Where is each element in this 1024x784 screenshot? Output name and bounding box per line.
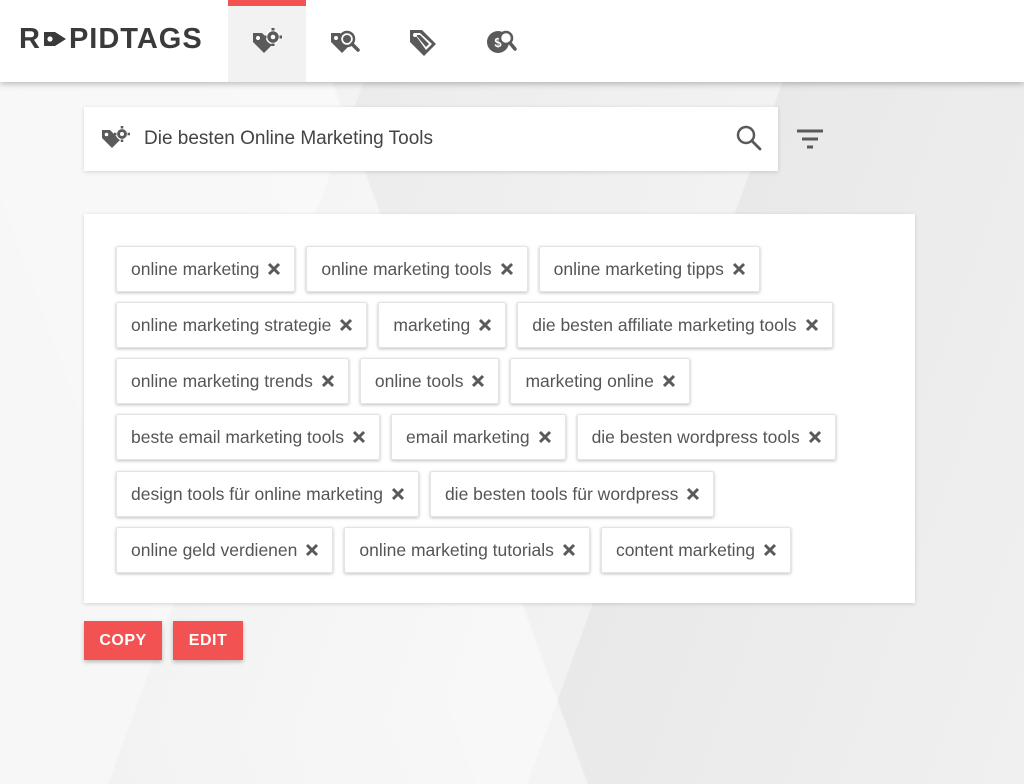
tag-label: die besten affiliate marketing tools (532, 314, 797, 335)
tag-label: die besten tools für wordpress (444, 483, 679, 504)
logo-tag-icon (43, 32, 66, 46)
close-icon[interactable] (471, 374, 485, 388)
tag-chip[interactable]: online marketing tutorials (344, 527, 590, 573)
coin-search-icon: $ (487, 30, 517, 53)
tag-row: design tools für online marketing die be… (116, 471, 725, 517)
tag-chip[interactable]: beste email marketing tools (116, 414, 381, 460)
tag-row: beste email marketing tools email market… (116, 414, 847, 460)
tag-label: online marketing (131, 258, 260, 279)
close-icon[interactable] (562, 543, 576, 557)
filter-icon[interactable] (795, 127, 825, 153)
close-icon[interactable] (763, 543, 777, 557)
tag-label: die besten wordpress tools (591, 426, 800, 447)
close-icon[interactable] (352, 430, 366, 444)
search-input[interactable] (144, 125, 724, 153)
tab-tag-generator[interactable] (228, 0, 306, 82)
search-icon[interactable] (735, 124, 763, 152)
tag-label: content marketing (615, 539, 756, 560)
copy-button[interactable]: COPY (84, 621, 162, 660)
tab-tag-money[interactable]: $ (462, 0, 540, 82)
close-icon[interactable] (808, 430, 822, 444)
close-icon[interactable] (321, 374, 335, 388)
edit-button[interactable]: EDIT (173, 621, 243, 660)
tag-chip[interactable]: online marketing tools (306, 246, 528, 292)
close-icon[interactable] (267, 262, 281, 276)
close-icon[interactable] (805, 318, 819, 332)
close-icon[interactable] (732, 262, 746, 276)
tag-label: email marketing (406, 426, 530, 447)
top-bar: R PIDTAGS $ (0, 0, 1024, 82)
tag-chip[interactable]: email marketing (391, 414, 566, 460)
close-icon[interactable] (478, 318, 492, 332)
tag-chip[interactable]: die besten affiliate marketing tools (517, 302, 833, 348)
tab-tag-extractor[interactable] (384, 0, 462, 82)
tag-label: online marketing tipps (553, 258, 724, 279)
close-icon[interactable] (538, 430, 552, 444)
tag-row: online geld verdienen online marketing t… (116, 527, 802, 573)
close-icon[interactable] (500, 262, 514, 276)
tag-chip[interactable]: online marketing tipps (538, 246, 760, 292)
close-icon[interactable] (662, 374, 676, 388)
tags-panel: online marketing online marketing tools … (84, 214, 915, 603)
tag-label: marketing online (525, 370, 654, 391)
close-icon[interactable] (339, 318, 353, 332)
tag-label: online marketing trends (131, 370, 313, 391)
tag-label: beste email marketing tools (131, 426, 345, 447)
rapidtags-logo[interactable]: R PIDTAGS (19, 21, 203, 57)
tag-chip[interactable]: marketing online (510, 358, 690, 404)
tag-chip[interactable]: die besten wordpress tools (576, 414, 836, 460)
tag-chip[interactable]: online marketing (116, 246, 296, 292)
tag-label: online tools (374, 370, 464, 391)
tag-chip[interactable]: online marketing strategie (116, 302, 368, 348)
tag-label: online geld verdienen (131, 539, 298, 560)
tag-gear-icon (102, 126, 130, 148)
tag-magnifier-icon (331, 30, 360, 53)
tag-label: marketing (393, 314, 471, 335)
tag-chip[interactable]: content marketing (600, 527, 792, 573)
tag-label: online marketing tools (321, 258, 492, 279)
tag-chip[interactable]: marketing (378, 302, 507, 348)
tag-chip[interactable]: design tools für online marketing (116, 471, 419, 517)
tag-label: online marketing tutorials (359, 539, 554, 560)
search-box (84, 107, 778, 171)
tag-row: online marketing trends online tools mar… (116, 358, 701, 404)
tab-tag-search[interactable] (306, 0, 384, 82)
close-icon[interactable] (391, 487, 405, 501)
tag-label: design tools für online marketing (131, 483, 383, 504)
tag-gear-icon (253, 28, 282, 53)
tag-split-icon (410, 30, 436, 56)
tag-chip[interactable]: online marketing trends (116, 358, 349, 404)
tag-label: online marketing strategie (131, 314, 332, 335)
tag-chip[interactable]: online geld verdienen (116, 527, 334, 573)
main-nav: $ (228, 0, 540, 82)
tag-row: online marketing online marketing tools … (116, 246, 771, 292)
close-icon[interactable] (305, 543, 319, 557)
tag-chip[interactable]: online tools (359, 358, 500, 404)
logo-text-left: R (19, 22, 41, 55)
tag-row: online marketing strategie marketing die… (116, 302, 844, 348)
close-icon[interactable] (686, 487, 700, 501)
tag-chip[interactable]: die besten tools für wordpress (429, 471, 715, 517)
logo-text-right: PIDTAGS (68, 22, 203, 55)
